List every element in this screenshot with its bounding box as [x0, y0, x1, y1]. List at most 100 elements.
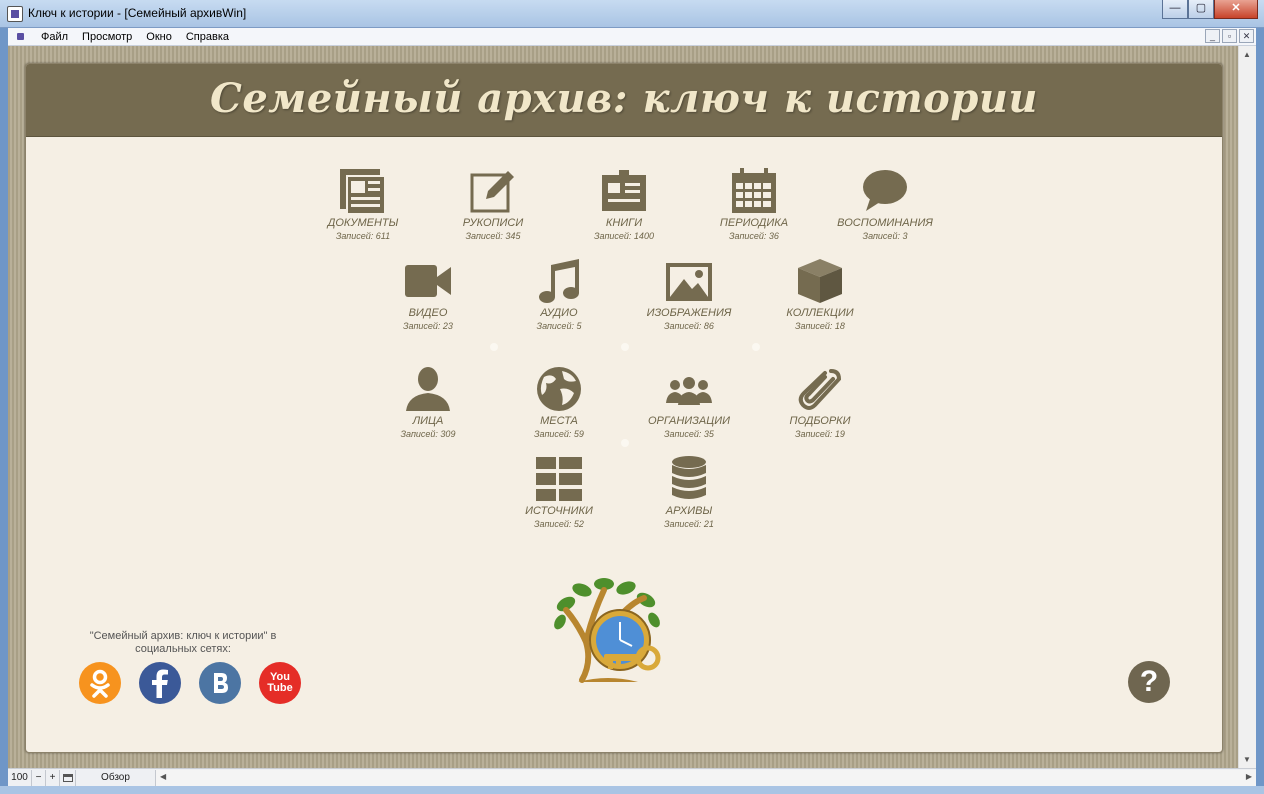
tile-collections[interactable]: КОЛЛЕКЦИИ Записей: 18	[760, 257, 880, 331]
tile-label: МЕСТА	[540, 415, 578, 427]
paperclip-icon	[795, 365, 845, 413]
scroll-left-icon[interactable]: ◀	[160, 772, 166, 781]
help-button[interactable]: ?	[1128, 661, 1170, 703]
tile-count: Записей: 36	[729, 231, 779, 241]
main-panel: Семейный архив: ключ к истории ДОКУМЕНТЫ…	[25, 63, 1223, 753]
tile-persons[interactable]: ЛИЦА Записей: 309	[368, 365, 488, 439]
person-icon	[403, 365, 453, 413]
tile-sources[interactable]: ИСТОЧНИКИ Записей: 52	[499, 455, 619, 529]
tile-count: Записей: 19	[795, 429, 845, 439]
tile-label: ИСТОЧНИКИ	[525, 505, 593, 517]
tile-label: АРХИВЫ	[665, 505, 713, 517]
tile-selections[interactable]: ПОДБОРКИ Записей: 19	[760, 365, 880, 439]
group-icon	[664, 365, 714, 413]
books-icon	[599, 167, 649, 215]
youtube-text-bottom: Tube	[267, 682, 293, 694]
app-logo	[552, 576, 664, 686]
vertical-scrollbar[interactable]: ▲ ▼	[1238, 46, 1256, 768]
vkontakte-icon	[214, 673, 228, 693]
decorative-dot	[621, 343, 629, 351]
calendar-icon	[729, 167, 779, 215]
video-camera-icon	[403, 257, 453, 305]
tile-memoirs[interactable]: ВОСПОМИНАНИЯ Записей: 3	[825, 167, 945, 241]
tile-label: ВОСПОМИНАНИЯ	[837, 217, 933, 229]
tile-books[interactable]: КНИГИ Записей: 1400	[564, 167, 684, 241]
music-note-icon	[534, 257, 584, 305]
mdi-close-button[interactable]: ✕	[1239, 29, 1254, 43]
window-titlebar[interactable]: Ключ к истории - [Семейный архивWin] — ▢…	[0, 0, 1264, 28]
tile-label: КОЛЛЕКЦИИ	[786, 307, 854, 319]
globe-icon	[534, 365, 584, 413]
decorative-dot	[621, 439, 629, 447]
tile-places[interactable]: МЕСТА Записей: 59	[499, 365, 619, 439]
youtube-button[interactable]: You Tube	[259, 662, 301, 704]
tile-images[interactable]: ИЗОБРАЖЕНИЯ Записей: 86	[629, 257, 749, 331]
tile-label: ПОДБОРКИ	[789, 415, 851, 427]
zoom-in-button[interactable]: +	[46, 769, 60, 786]
app-icon	[7, 6, 23, 22]
tile-periodicals[interactable]: ПЕРИОДИКА Записей: 36	[694, 167, 814, 241]
tile-count: Записей: 52	[534, 519, 584, 529]
menu-help[interactable]: Справка	[179, 31, 236, 43]
mdi-controls: _ ▫ ✕	[1205, 29, 1254, 43]
scroll-down-icon[interactable]: ▼	[1243, 755, 1251, 764]
box-icon	[795, 257, 845, 305]
tile-count: Записей: 3	[862, 231, 908, 241]
client-area: Семейный архив: ключ к истории ДОКУМЕНТЫ…	[8, 46, 1238, 768]
tile-count: Записей: 86	[664, 321, 714, 331]
view-mode-tab[interactable]: Обзор	[76, 769, 156, 786]
tile-label: ПЕРИОДИКА	[719, 217, 789, 229]
decorative-dot	[490, 343, 498, 351]
tile-video[interactable]: ВИДЕО Записей: 23	[368, 257, 488, 331]
maximize-button[interactable]: ▢	[1188, 0, 1214, 19]
tile-count: Записей: 21	[664, 519, 714, 529]
tile-label: КНИГИ	[605, 217, 643, 229]
mdi-document-icon[interactable]	[14, 30, 28, 44]
tile-count: Записей: 5	[536, 321, 582, 331]
horizontal-scrollbar[interactable]: ◀ ▶	[156, 769, 1256, 786]
mdi-minimize-button[interactable]: _	[1205, 29, 1220, 43]
odnoklassniki-icon	[90, 669, 110, 698]
header-banner: Семейный архив: ключ к истории	[26, 64, 1222, 137]
tile-label: ИЗОБРАЖЕНИЯ	[646, 307, 732, 319]
facebook-button[interactable]	[139, 662, 181, 704]
facebook-icon	[152, 669, 168, 698]
tile-count: Записей: 1400	[594, 231, 654, 241]
minimize-button[interactable]: —	[1162, 0, 1188, 19]
tile-label: ЛИЦА	[412, 415, 444, 427]
page-view-icon[interactable]	[60, 769, 76, 786]
tile-count: Записей: 611	[335, 231, 391, 241]
database-icon	[664, 455, 714, 503]
zoom-out-button[interactable]: −	[32, 769, 46, 786]
social-caption: "Семейный архив: ключ к истории" в социа…	[89, 630, 277, 655]
tile-label: ОРГАНИЗАЦИИ	[648, 415, 730, 427]
window-bottom-frame	[0, 786, 1264, 794]
menu-file[interactable]: Файл	[34, 31, 75, 43]
tile-archives[interactable]: АРХИВЫ Записей: 21	[629, 455, 749, 529]
tile-count: Записей: 35	[664, 429, 714, 439]
tile-manuscripts[interactable]: РУКОПИСИ Записей: 345	[433, 167, 553, 241]
odnoklassniki-button[interactable]	[79, 662, 121, 704]
tile-label: ДОКУМЕНТЫ	[327, 217, 399, 229]
menu-bar: Файл Просмотр Окно Справка _ ▫ ✕	[8, 28, 1256, 46]
speech-bubble-icon	[860, 167, 910, 215]
tile-count: Записей: 23	[403, 321, 453, 331]
close-button[interactable]: ✕	[1214, 0, 1258, 19]
tile-organizations[interactable]: ОРГАНИЗАЦИИ Записей: 35	[629, 365, 749, 439]
tile-count: Записей: 345	[465, 231, 521, 241]
manuscripts-icon	[468, 167, 518, 215]
tile-audio[interactable]: АУДИО Записей: 5	[499, 257, 619, 331]
picture-icon	[664, 257, 714, 305]
vkontakte-button[interactable]	[199, 662, 241, 704]
mdi-restore-button[interactable]: ▫	[1222, 29, 1237, 43]
scroll-right-icon[interactable]: ▶	[1246, 772, 1252, 781]
menu-view[interactable]: Просмотр	[75, 31, 139, 43]
tile-count: Записей: 59	[534, 429, 584, 439]
tile-count: Записей: 309	[400, 429, 456, 439]
scroll-up-icon[interactable]: ▲	[1243, 50, 1251, 59]
menu-window[interactable]: Окно	[139, 31, 179, 43]
tile-documents[interactable]: ДОКУМЕНТЫ Записей: 611	[303, 167, 423, 241]
tile-label: ВИДЕО	[408, 307, 448, 319]
window-title: Ключ к истории - [Семейный архивWin]	[28, 6, 247, 20]
status-bar: 100 − + Обзор ◀ ▶	[8, 768, 1256, 786]
